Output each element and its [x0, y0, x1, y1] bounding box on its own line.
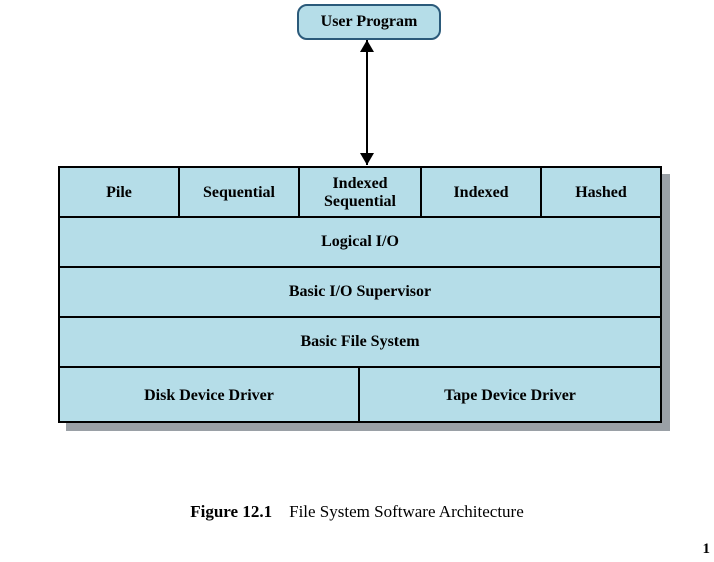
sequential-label: Sequential — [203, 184, 275, 202]
arrowhead-down-icon — [360, 153, 374, 165]
user-program-box: User Program — [297, 4, 441, 40]
indexed-sequential-line2: Sequential — [324, 193, 396, 211]
page-number: 1 — [703, 541, 711, 558]
pile-cell: Pile — [60, 168, 180, 218]
basic-file-system-cell: Basic File System — [60, 318, 660, 366]
indexed-label: Indexed — [453, 184, 508, 202]
figure-label: Figure 12.1 — [190, 502, 272, 521]
tape-driver-cell: Tape Device Driver — [360, 368, 660, 423]
device-drivers-row: Disk Device Driver Tape Device Driver — [60, 368, 660, 423]
logical-io-label: Logical I/O — [321, 233, 399, 251]
logical-io-cell: Logical I/O — [60, 218, 660, 266]
disk-driver-cell: Disk Device Driver — [60, 368, 360, 423]
vertical-arrow-line — [366, 40, 368, 165]
basic-file-system-label: Basic File System — [300, 333, 419, 351]
layer-stack: Pile Sequential Indexed Sequential Index… — [58, 166, 662, 423]
basic-io-supervisor-label: Basic I/O Supervisor — [289, 283, 431, 301]
disk-driver-label: Disk Device Driver — [144, 387, 274, 405]
pile-label: Pile — [106, 184, 132, 202]
hashed-cell: Hashed — [542, 168, 660, 218]
basic-file-system-row: Basic File System — [60, 318, 660, 368]
access-methods-row: Pile Sequential Indexed Sequential Index… — [60, 168, 660, 218]
indexed-sequential-line1: Indexed — [332, 175, 387, 193]
user-program-label: User Program — [321, 13, 418, 31]
file-system-architecture-diagram: User Program Pile Sequential Indexed Seq… — [0, 0, 714, 562]
tape-driver-label: Tape Device Driver — [444, 387, 576, 405]
hashed-label: Hashed — [575, 184, 627, 202]
basic-io-supervisor-row: Basic I/O Supervisor — [60, 268, 660, 318]
logical-io-row: Logical I/O — [60, 218, 660, 268]
indexed-sequential-cell: Indexed Sequential — [300, 168, 422, 218]
figure-caption: Figure 12.1 File System Software Archite… — [0, 502, 714, 522]
figure-title: File System Software Architecture — [289, 502, 524, 521]
basic-io-supervisor-cell: Basic I/O Supervisor — [60, 268, 660, 316]
sequential-cell: Sequential — [180, 168, 300, 218]
indexed-cell: Indexed — [422, 168, 542, 218]
